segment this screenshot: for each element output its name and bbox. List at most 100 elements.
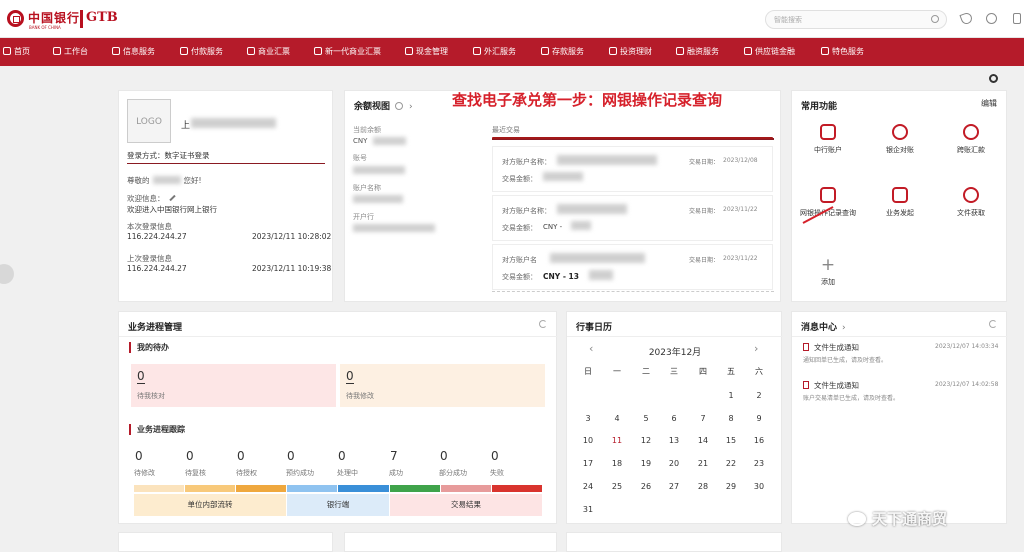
- calendar-day[interactable]: 2: [749, 391, 769, 400]
- nav-item-supply-chain[interactable]: 供应链金融: [744, 38, 795, 66]
- group-result[interactable]: 交易结果: [390, 494, 542, 516]
- calendar-day[interactable]: 23: [749, 459, 769, 468]
- calendar-next-button[interactable]: ›: [754, 342, 758, 355]
- calendar-day[interactable]: 14: [693, 436, 713, 445]
- calendar-day[interactable]: 6: [664, 414, 684, 423]
- calendar-day[interactable]: 16: [749, 436, 769, 445]
- nav-item-cash[interactable]: 现金管理: [405, 38, 448, 66]
- last-login-ip: 116.224.244.27: [127, 264, 187, 273]
- redacted-amount: [543, 172, 583, 181]
- search-input[interactable]: 智能搜索: [765, 10, 947, 29]
- calendar-month: 2023年12月: [648, 348, 702, 358]
- calendar-day[interactable]: 3: [578, 414, 598, 423]
- nav-item-financing[interactable]: 融资服务: [676, 38, 719, 66]
- quick-item-business-initiate[interactable]: 业务发起: [865, 187, 935, 218]
- nav-item-special[interactable]: 特色服务: [821, 38, 864, 66]
- calendar-day[interactable]: 12: [636, 436, 656, 445]
- user-icon[interactable]: [986, 13, 997, 24]
- transfer-icon: [963, 124, 979, 140]
- calendar-day[interactable]: 31: [578, 505, 598, 514]
- refresh-icon[interactable]: [989, 320, 997, 328]
- refresh-icon[interactable]: [539, 320, 547, 328]
- balance-title: 余额视图 ›: [354, 102, 413, 112]
- invest-icon: [609, 47, 617, 55]
- logout-icon[interactable]: [1013, 13, 1021, 24]
- calendar-day[interactable]: 18: [607, 459, 627, 468]
- calendar-day[interactable]: 11: [607, 436, 627, 445]
- nav-item-new-commercial-bill[interactable]: 新一代商业汇票: [314, 38, 381, 66]
- chevron-right-icon[interactable]: ›: [842, 323, 846, 333]
- quick-item-operation-log-query[interactable]: 网银操作记录查询: [793, 187, 863, 218]
- transaction-card[interactable]: 对方账户名称： 交易日期： 2023/12/08 交易金额：: [492, 146, 773, 192]
- profile-panel: LOGO 上 登录方式：数字证书登录 尊敬的 您好! 欢迎信息： 欢迎进入中国银行…: [118, 90, 333, 302]
- annotation-underline: [492, 137, 773, 139]
- currency: CNY: [353, 137, 368, 145]
- calendar-day[interactable]: 7: [693, 414, 713, 423]
- quick-item-file-fetch[interactable]: 文件获取: [936, 187, 1006, 218]
- nav-item-commercial-bill[interactable]: 商业汇票: [247, 38, 290, 66]
- cash-icon: [405, 47, 413, 55]
- transaction-amount: CNY - 13: [543, 272, 579, 281]
- calendar-day[interactable]: 21: [693, 459, 713, 468]
- calendar-day[interactable]: 15: [721, 436, 741, 445]
- calendar-day[interactable]: 10: [578, 436, 598, 445]
- info-icon[interactable]: [395, 102, 404, 110]
- nav-item-workbench[interactable]: 工作台: [53, 38, 88, 66]
- calendar-day[interactable]: 24: [578, 482, 598, 491]
- settings-icon[interactable]: [989, 74, 998, 83]
- calendar-day[interactable]: 13: [664, 436, 684, 445]
- bill-icon: [247, 47, 255, 55]
- nav-item-payment[interactable]: 付款服务: [180, 38, 223, 66]
- calendar-day[interactable]: 25: [607, 482, 627, 491]
- calendar-day[interactable]: 1: [721, 391, 741, 400]
- calendar-day[interactable]: 26: [636, 482, 656, 491]
- supply-chain-icon: [744, 47, 752, 55]
- edit-icon[interactable]: [168, 194, 176, 202]
- edit-button[interactable]: 编辑: [981, 98, 997, 109]
- nav-item-deposit[interactable]: 存款服务: [541, 38, 584, 66]
- stage-label: 待复核: [185, 469, 206, 477]
- group-bank[interactable]: 银行端: [287, 494, 389, 516]
- date-label: 交易日期：: [689, 257, 720, 264]
- send-icon[interactable]: [959, 11, 974, 26]
- calendar-day[interactable]: 8: [721, 414, 741, 423]
- chevron-right-icon[interactable]: ›: [409, 102, 413, 112]
- quick-item-add[interactable]: + 添加: [793, 257, 863, 287]
- calendar-day[interactable]: 27: [664, 482, 684, 491]
- deposit-icon: [541, 47, 549, 55]
- stage-label: 部分成功: [439, 469, 467, 477]
- amount-label: 交易金额：: [502, 175, 537, 183]
- transaction-card[interactable]: 对方账户名 交易日期： 2023/11/22 交易金额： CNY - 13: [492, 244, 773, 290]
- login-method: 登录方式：数字证书登录: [127, 151, 210, 160]
- calendar-day[interactable]: 29: [721, 482, 741, 491]
- stage-count: 0: [440, 449, 448, 463]
- search-icon[interactable]: [931, 15, 939, 23]
- group-internal[interactable]: 单位内部流转: [134, 494, 286, 516]
- calendar-day[interactable]: 17: [578, 459, 598, 468]
- nav-item-forex[interactable]: 外汇服务: [473, 38, 516, 66]
- calendar-day[interactable]: 20: [664, 459, 684, 468]
- calendar-day[interactable]: 4: [607, 414, 627, 423]
- calendar-day[interactable]: 5: [636, 414, 656, 423]
- this-login-time: 2023/12/11 10:28:02: [252, 232, 332, 241]
- nav-item-invest[interactable]: 投资理财: [609, 38, 652, 66]
- calendar-day[interactable]: 28: [693, 482, 713, 491]
- calendar-day[interactable]: 9: [749, 414, 769, 423]
- weekday-label: 六: [755, 367, 763, 376]
- todo-pending-modify[interactable]: 0 待我修改: [340, 364, 545, 407]
- quick-item-boc-account[interactable]: 中行账户: [793, 124, 863, 155]
- todo-title: 我的待办: [129, 342, 169, 353]
- stage-label: 处理中: [337, 469, 358, 477]
- quick-item-transfer[interactable]: 跨账汇款: [936, 124, 1006, 155]
- balance-panel: 余额视图 › 当前余额 CNY 账号 账户名称 开户行 最近交易 对方账户名称： …: [344, 90, 781, 302]
- calendar-day[interactable]: 30: [749, 482, 769, 491]
- nav-item-info[interactable]: 信息服务: [112, 38, 155, 66]
- carousel-left-icon[interactable]: [0, 264, 14, 284]
- redacted-counterparty: [550, 253, 645, 263]
- calendar-day[interactable]: 22: [721, 459, 741, 468]
- calendar-day[interactable]: 19: [636, 459, 656, 468]
- todo-pending-review[interactable]: 0 待我核对: [131, 364, 336, 407]
- transaction-card[interactable]: 对方账户名称： 交易日期： 2023/11/22 交易金额： CNY -: [492, 195, 773, 241]
- quick-item-reconciliation[interactable]: 银企对账: [865, 124, 935, 155]
- nav-item-home[interactable]: 首页: [3, 38, 30, 66]
